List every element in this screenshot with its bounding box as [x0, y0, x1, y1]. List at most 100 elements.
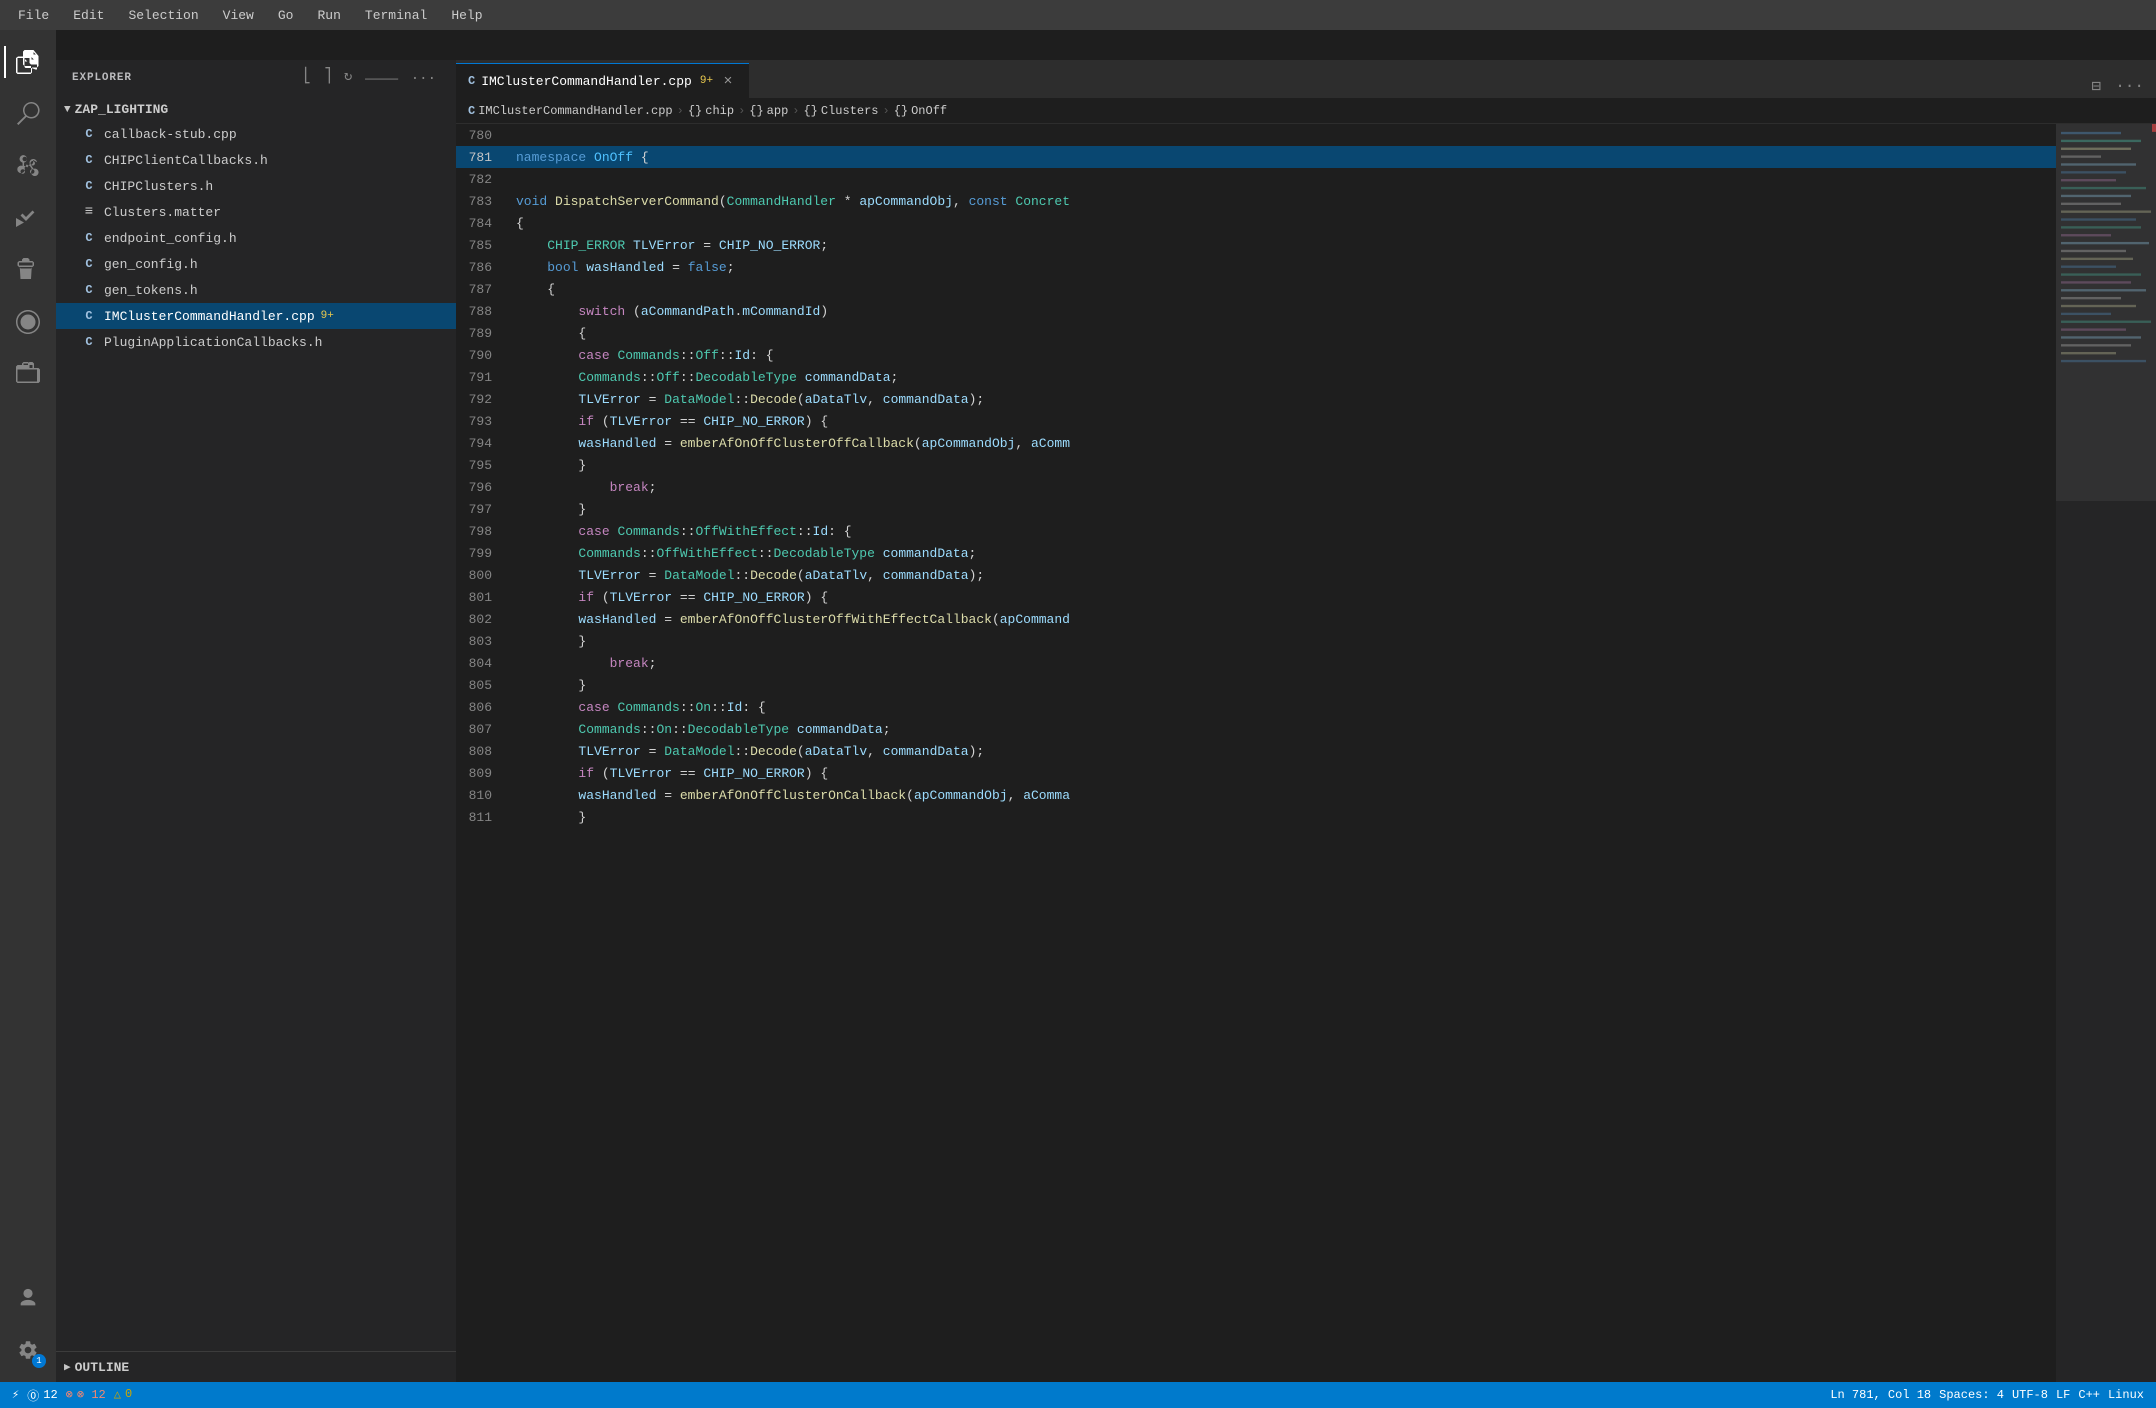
menu-selection[interactable]: Selection	[118, 6, 208, 25]
file-modified-badge: 9+	[321, 310, 334, 322]
line-number: 785	[456, 238, 512, 253]
search-activity-icon[interactable]	[4, 90, 52, 138]
code-line-797: 797 }	[456, 498, 2056, 520]
status-error-icon: ⊗	[66, 1387, 73, 1402]
code-line-811: 811 }	[456, 806, 2056, 828]
file-chipclusters[interactable]: C CHIPClusters.h	[56, 173, 456, 199]
outline-section: ▶ OUTLINE	[56, 1351, 456, 1382]
status-line-col[interactable]: Ln 781, Col 18	[1826, 1388, 1935, 1402]
source-control-activity-icon[interactable]	[4, 142, 52, 190]
breadcrumb-braces-icon: {}	[749, 104, 763, 118]
code-line-781: 781 namespace OnOff {	[456, 146, 2056, 168]
status-spaces[interactable]: Spaces: 4	[1935, 1388, 2008, 1402]
more-actions-icon[interactable]: ···	[2111, 75, 2148, 97]
status-os[interactable]: Linux	[2104, 1388, 2148, 1402]
status-eol-label: LF	[2056, 1388, 2070, 1402]
code-line-807: 807 Commands::On::DecodableType commandD…	[456, 718, 2056, 740]
menu-edit[interactable]: Edit	[63, 6, 114, 25]
file-name: IMClusterCommandHandler.cpp	[104, 309, 315, 324]
file-imcluster[interactable]: C IMClusterCommandHandler.cpp 9+	[56, 303, 456, 329]
line-number: 797	[456, 502, 512, 517]
status-git[interactable]: ⓪ 12	[23, 1387, 61, 1404]
new-folder-icon[interactable]: ⎤	[319, 66, 335, 90]
file-gen-config[interactable]: C gen_config.h	[56, 251, 456, 277]
status-language[interactable]: C++	[2074, 1388, 2104, 1402]
status-warn-count: 0	[125, 1387, 132, 1401]
line-content: switch (aCommandPath.mCommandId)	[512, 304, 2056, 319]
breadcrumb-app[interactable]: {} app	[749, 104, 788, 118]
breadcrumb-chip[interactable]: {} chip	[688, 104, 734, 118]
line-number: 800	[456, 568, 512, 583]
remote-activity-icon[interactable]	[4, 298, 52, 346]
file-gen-tokens[interactable]: C gen_tokens.h	[56, 277, 456, 303]
breadcrumb-file[interactable]: C IMClusterCommandHandler.cpp	[468, 104, 673, 118]
line-number: 803	[456, 634, 512, 649]
breadcrumb-braces-icon: {}	[688, 104, 702, 118]
new-file-icon[interactable]: ⎣	[299, 66, 315, 90]
code-line-795: 795 }	[456, 454, 2056, 476]
code-area[interactable]: 780 781 namespace OnOff { 782	[456, 124, 2056, 1382]
breadcrumb-clusters[interactable]: {} Clusters	[803, 104, 878, 118]
breadcrumb-file-icon: C	[468, 104, 475, 118]
file-name: PluginApplicationCallbacks.h	[104, 335, 322, 350]
tab-imcluster[interactable]: C IMClusterCommandHandler.cpp 9+ ×	[456, 63, 749, 98]
outline-title: OUTLINE	[75, 1360, 130, 1375]
folder-header[interactable]: ▼ ZAP_LIGHTING	[56, 98, 456, 121]
account-activity-icon[interactable]	[4, 1274, 52, 1322]
status-eol[interactable]: LF	[2052, 1388, 2074, 1402]
file-icon-c: C	[80, 229, 98, 247]
line-number: 809	[456, 766, 512, 781]
file-name: endpoint_config.h	[104, 231, 237, 246]
file-tree: ▼ ZAP_LIGHTING C callback-stub.cpp C CHI…	[56, 96, 456, 357]
file-clusters-matter[interactable]: ≡ Clusters.matter	[56, 199, 456, 225]
status-warnings[interactable]: △ 0	[110, 1387, 136, 1402]
settings-activity-icon[interactable]: 1	[4, 1326, 52, 1374]
explorer-icon[interactable]	[4, 38, 52, 86]
file-callback-stub[interactable]: C callback-stub.cpp	[56, 121, 456, 147]
file-pluginappcallbacks[interactable]: C PluginApplicationCallbacks.h	[56, 329, 456, 355]
breadcrumb-braces-icon: {}	[803, 104, 817, 118]
line-content: TLVError = DataModel::Decode(aDataTlv, c…	[512, 744, 2056, 759]
line-number: 792	[456, 392, 512, 407]
breadcrumb-braces-icon: {}	[894, 104, 908, 118]
timeline-activity-icon[interactable]	[4, 350, 52, 398]
code-line-805: 805 }	[456, 674, 2056, 696]
line-number: 780	[456, 128, 512, 143]
menu-view[interactable]: View	[213, 6, 264, 25]
code-line-808: 808 TLVError = DataModel::Decode(aDataTl…	[456, 740, 2056, 762]
line-content: }	[512, 634, 2056, 649]
code-line-780: 780	[456, 124, 2056, 146]
breadcrumb-onoff[interactable]: {} OnOff	[894, 104, 947, 118]
status-errors[interactable]: ⊗ ⊗ 12	[62, 1387, 110, 1402]
file-endpoint-config[interactable]: C endpoint_config.h	[56, 225, 456, 251]
run-debug-activity-icon[interactable]	[4, 194, 52, 242]
folder-arrow: ▼	[64, 104, 71, 116]
status-remote[interactable]: ⚡	[8, 1387, 23, 1402]
refresh-icon[interactable]: ↻	[340, 66, 356, 90]
sidebar-more-icon[interactable]: ...	[407, 66, 440, 90]
menu-run[interactable]: Run	[307, 6, 350, 25]
line-number: 787	[456, 282, 512, 297]
code-line-788: 788 switch (aCommandPath.mCommandId)	[456, 300, 2056, 322]
line-content: }	[512, 458, 2056, 473]
breadcrumb-sep-3: ›	[792, 104, 799, 118]
line-content: break;	[512, 656, 2056, 671]
menu-terminal[interactable]: Terminal	[355, 6, 437, 25]
line-content: TLVError = DataModel::Decode(aDataTlv, c…	[512, 568, 2056, 583]
line-content: {	[512, 216, 2056, 231]
menu-go[interactable]: Go	[268, 6, 304, 25]
extensions-activity-icon[interactable]	[4, 246, 52, 294]
file-icon-eq: ≡	[80, 203, 98, 221]
file-chipclientcallbacks[interactable]: C CHIPClientCallbacks.h	[56, 147, 456, 173]
breadcrumb-onoff-label: OnOff	[911, 104, 947, 118]
line-number: 786	[456, 260, 512, 275]
tab-close-button[interactable]: ×	[719, 72, 737, 90]
status-encoding[interactable]: UTF-8	[2008, 1388, 2052, 1402]
collapse-icon[interactable]: ⸻	[360, 66, 402, 90]
menu-help[interactable]: Help	[441, 6, 492, 25]
menu-file[interactable]: File	[8, 6, 59, 25]
settings-badge: 1	[32, 1354, 46, 1368]
code-line-804: 804 break;	[456, 652, 2056, 674]
split-editor-icon[interactable]: ⊟	[2088, 74, 2106, 98]
outline-header[interactable]: ▶ OUTLINE	[56, 1352, 456, 1382]
